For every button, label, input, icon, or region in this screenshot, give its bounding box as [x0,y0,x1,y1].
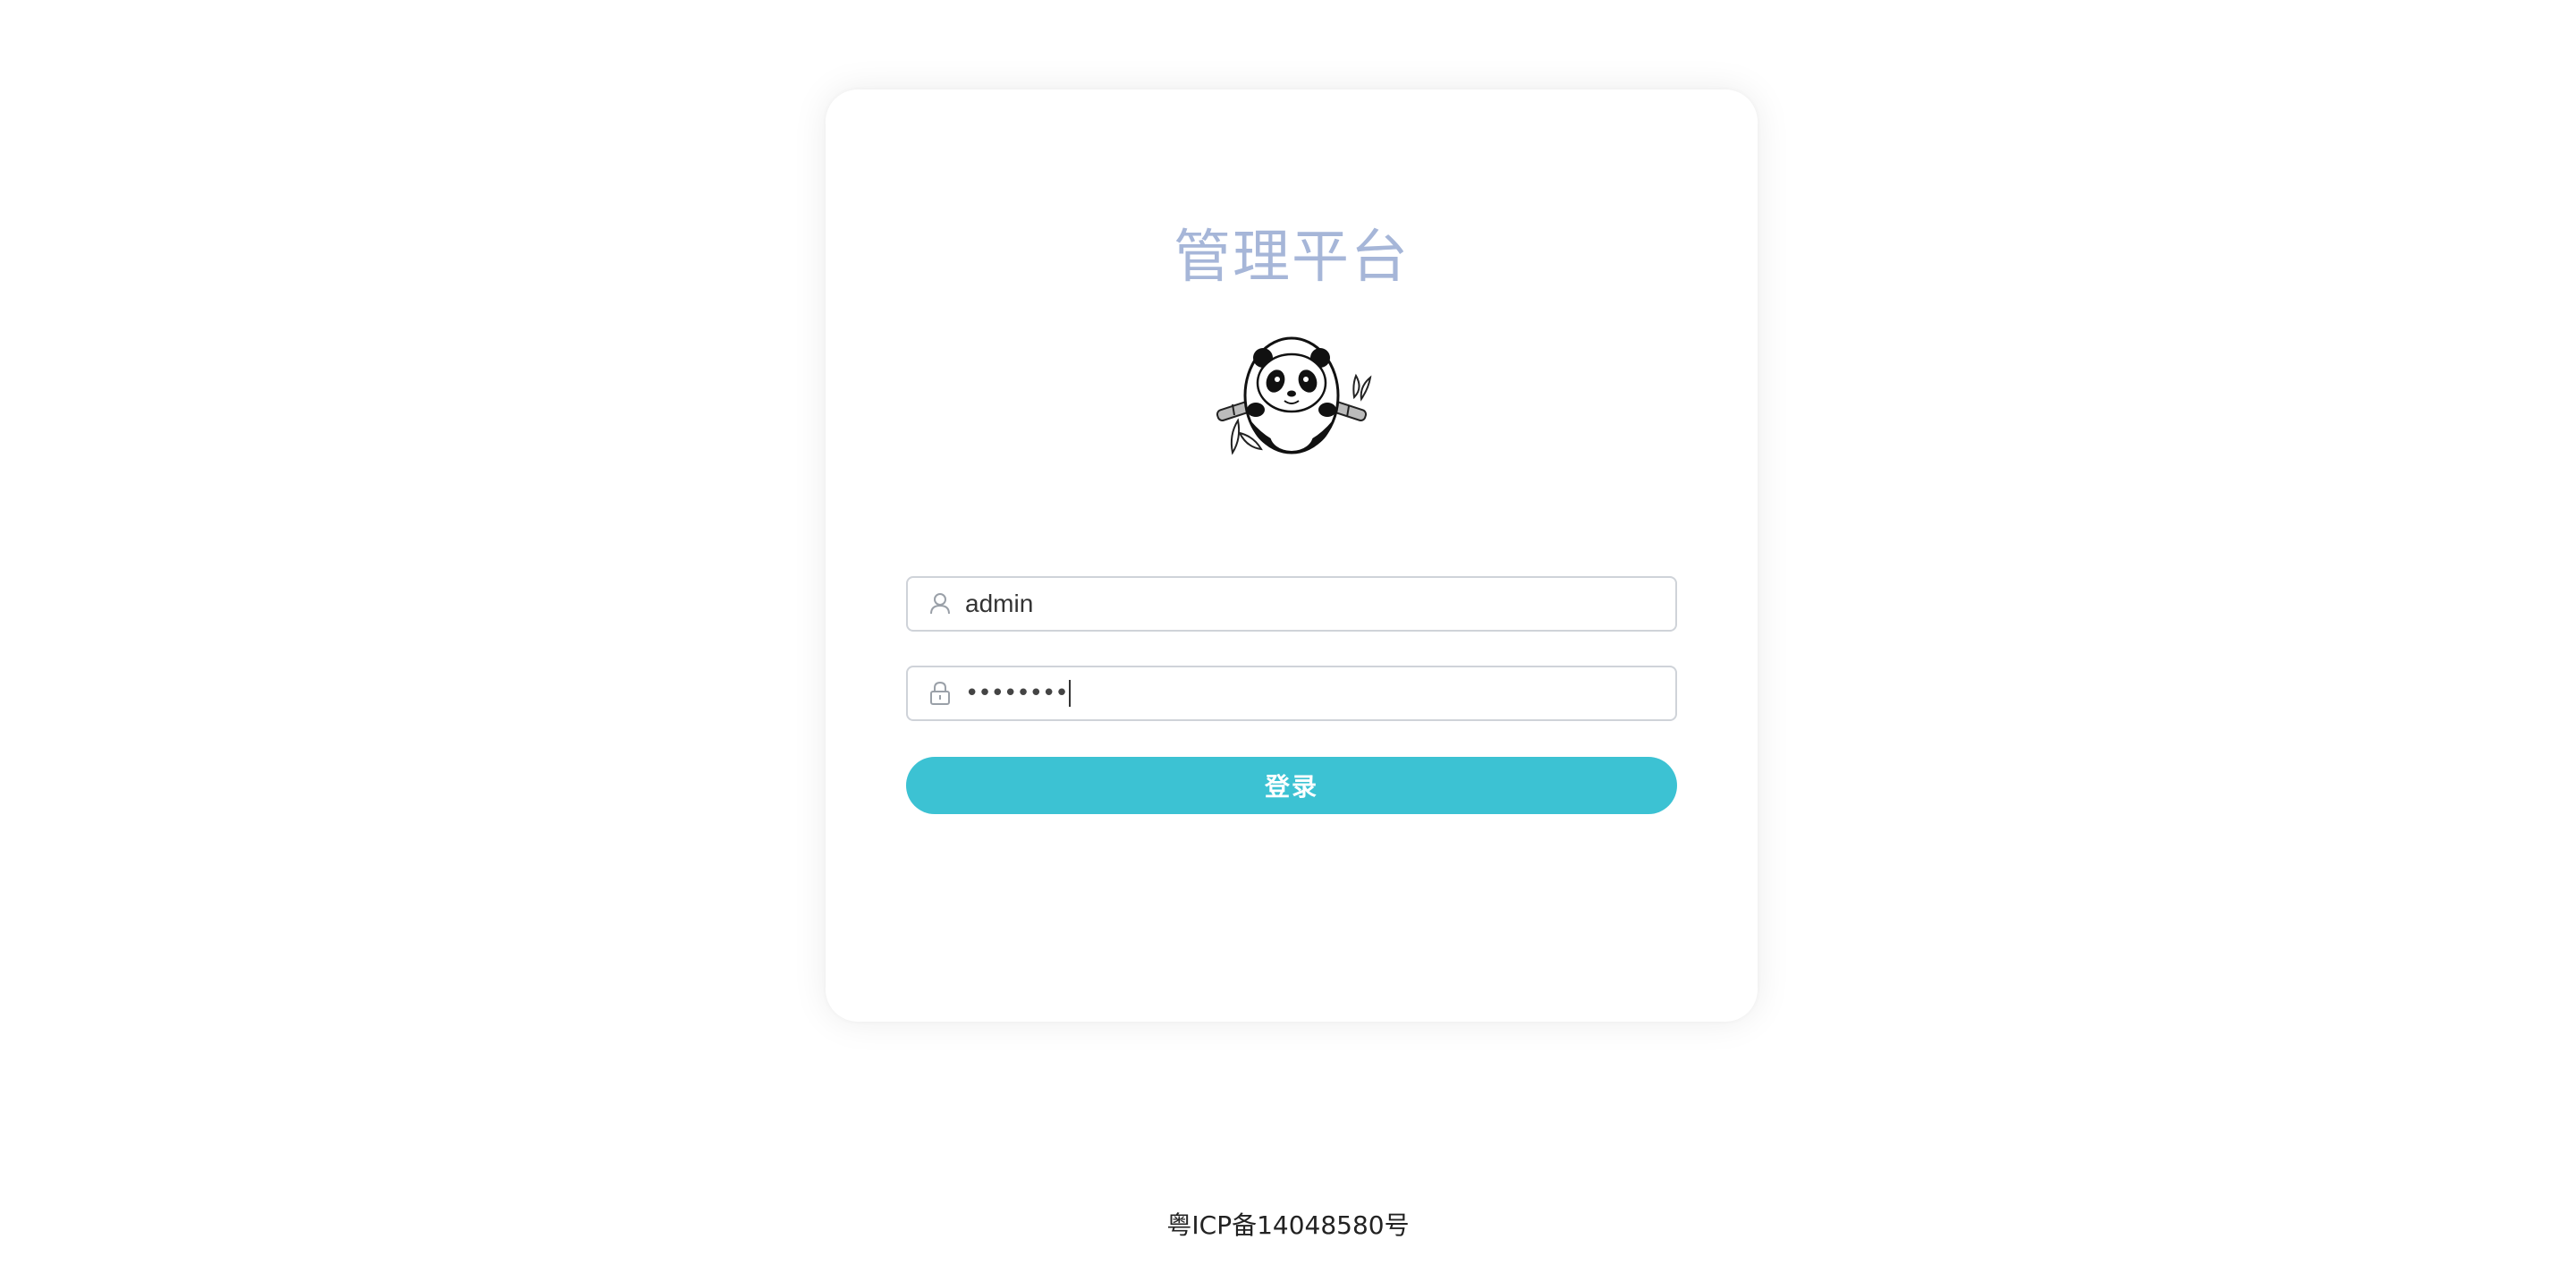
password-input[interactable]: •••••••• [965,680,1071,707]
lock-icon [929,681,951,706]
password-field[interactable]: •••••••• [906,666,1677,721]
icp-footer-link[interactable]: 粤ICP备14048580号 [0,1206,2576,1242]
panda-logo-icon [1216,336,1372,455]
user-icon [929,591,951,616]
username-field[interactable] [906,576,1677,632]
page-title: 管理平台 [1174,225,1410,291]
password-masked-value: •••••••• [965,680,1069,707]
login-card: 管理平台 admin •••••••• 登录 [826,89,1758,1022]
text-caret [1068,680,1071,707]
login-button[interactable]: 登录 [906,757,1677,814]
login-page: 管理平台 admin •••••••• 登录 粤ICP备14048580号 [0,0,2576,1265]
username-input[interactable] [965,590,1645,618]
